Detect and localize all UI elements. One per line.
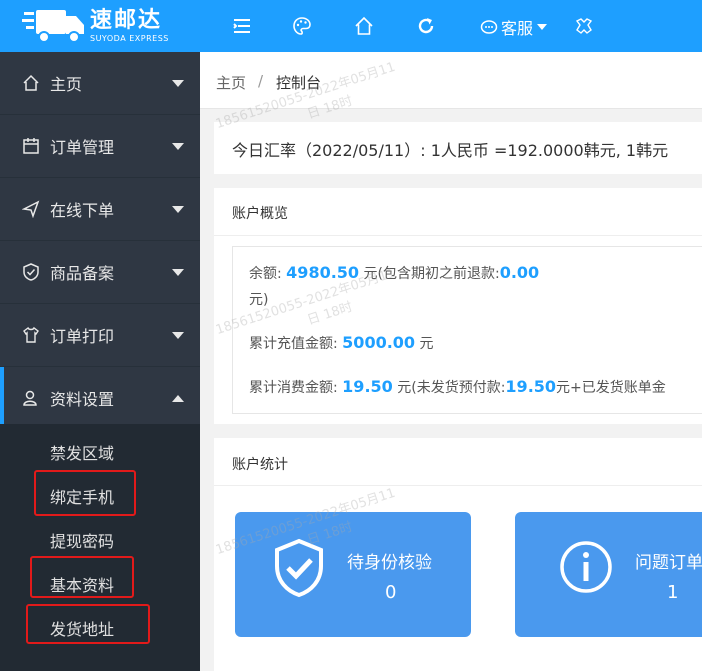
exchange-rate-text: 今日汇率（2022/05/11）: 1人民币 =192.0000韩元, 1韩元 [232, 141, 669, 160]
calendar-icon [23, 138, 39, 154]
divider [214, 235, 702, 236]
brand-subtitle: SUYODA EXPRESS [90, 33, 169, 43]
breadcrumb-home[interactable]: 主页 [216, 72, 246, 93]
sidebar-item-label: 订单管理 [50, 138, 115, 157]
send-icon [22, 200, 40, 218]
customer-service-dropdown[interactable]: 客服 [480, 15, 548, 39]
palette-icon[interactable] [292, 16, 312, 36]
sidebar-menu: 主页 订单管理 在线下单 商品备案 订单打印 资料设置 [0, 52, 200, 430]
tile-count: 1 [667, 582, 679, 603]
menu-toggle-icon[interactable] [232, 16, 252, 36]
recharge-line: 累计充值金额: 5000.00 元 [249, 333, 434, 352]
top-navbar: 客服 [200, 0, 702, 52]
sidebar-item-online-order[interactable]: 在线下单 [0, 178, 200, 241]
truck-icon [22, 10, 84, 43]
sidebar-item-label: 订单打印 [50, 327, 115, 346]
shield-check-icon [23, 263, 39, 281]
chevron-down-icon [172, 268, 184, 276]
chevron-down-icon [172, 331, 184, 339]
pending-verification-tile[interactable]: 待身份核验 0 [235, 512, 471, 637]
tile-count: 0 [385, 582, 397, 603]
highlight-box [26, 604, 150, 644]
account-overview-title: 账户概览 [232, 206, 288, 222]
refresh-icon[interactable] [416, 16, 436, 36]
sidebar-item-order-print[interactable]: 订单打印 [0, 304, 200, 367]
submenu-item-withdraw-password[interactable]: 提现密码 [50, 528, 114, 552]
account-statistics-title: 账户统计 [232, 457, 288, 473]
breadcrumb-current: 控制台 [276, 74, 322, 92]
brand-logo[interactable]: 速邮达 SUYODA EXPRESS [0, 0, 200, 52]
shirt-icon [23, 326, 39, 343]
account-overview-card: 账户概览 余额: 4980.50 元(包含期初之前退款:0.00 元) 累计充值… [214, 188, 702, 424]
sidebar-item-orders[interactable]: 订单管理 [0, 115, 200, 178]
balance-line: 余额: 4980.50 元(包含期初之前退款:0.00 [249, 263, 540, 282]
consumption-line: 累计消费金额: 19.50 元(未发货预付款:19.50元+已发货账单金 [249, 377, 666, 396]
sidebar-item-product-record[interactable]: 商品备案 [0, 241, 200, 304]
balance-value: 4980.50 [286, 263, 360, 282]
account-overview-body: 余额: 4980.50 元(包含期初之前退款:0.00 元) 累计充值金额: 5… [232, 246, 702, 414]
sidebar-item-label: 主页 [50, 75, 83, 94]
balance-line-tail: 元) [249, 292, 269, 308]
sidebar-item-home[interactable]: 主页 [0, 52, 200, 115]
submenu-item-restricted-area[interactable]: 禁发区域 [50, 440, 114, 464]
brand-name: 速邮达 [90, 7, 163, 33]
emoticon-icon[interactable] [574, 16, 594, 36]
divider [214, 485, 702, 486]
home-icon [23, 74, 39, 91]
chevron-down-icon [172, 142, 184, 150]
sidebar-item-label: 商品备案 [50, 264, 115, 283]
customer-service-label: 客服 [501, 19, 534, 38]
chevron-down-icon [172, 205, 184, 213]
sidebar-item-profile-settings[interactable]: 资料设置 [0, 367, 200, 430]
chevron-down-icon [537, 24, 548, 30]
info-icon [560, 541, 612, 593]
account-statistics-card: 账户统计 待身份核验 0 问题订单 1 [214, 438, 702, 671]
sidebar-item-label: 在线下单 [50, 201, 115, 220]
refund-value: 0.00 [499, 263, 540, 282]
recharge-value: 5000.00 [342, 333, 416, 352]
chat-icon [480, 20, 498, 34]
breadcrumb: 主页 / 控制台 [200, 52, 702, 109]
tile-label: 问题订单 [635, 553, 702, 573]
prepaid-value: 19.50 [505, 377, 557, 396]
exchange-rate-card: 今日汇率（2022/05/11）: 1人民币 =192.0000韩元, 1韩元 [214, 122, 702, 174]
shield-check-icon [275, 538, 323, 598]
users-icon [23, 390, 37, 406]
highlight-box [34, 470, 136, 516]
problem-order-tile[interactable]: 问题订单 1 [515, 512, 702, 637]
breadcrumb-separator: / [258, 72, 264, 90]
chevron-down-icon [172, 79, 184, 87]
chevron-up-icon [172, 394, 184, 402]
sidebar-item-label: 资料设置 [50, 390, 115, 409]
highlight-box [30, 556, 134, 598]
tile-label: 待身份核验 [347, 553, 432, 573]
home-icon[interactable] [354, 16, 374, 36]
consume-value: 19.50 [342, 377, 393, 396]
